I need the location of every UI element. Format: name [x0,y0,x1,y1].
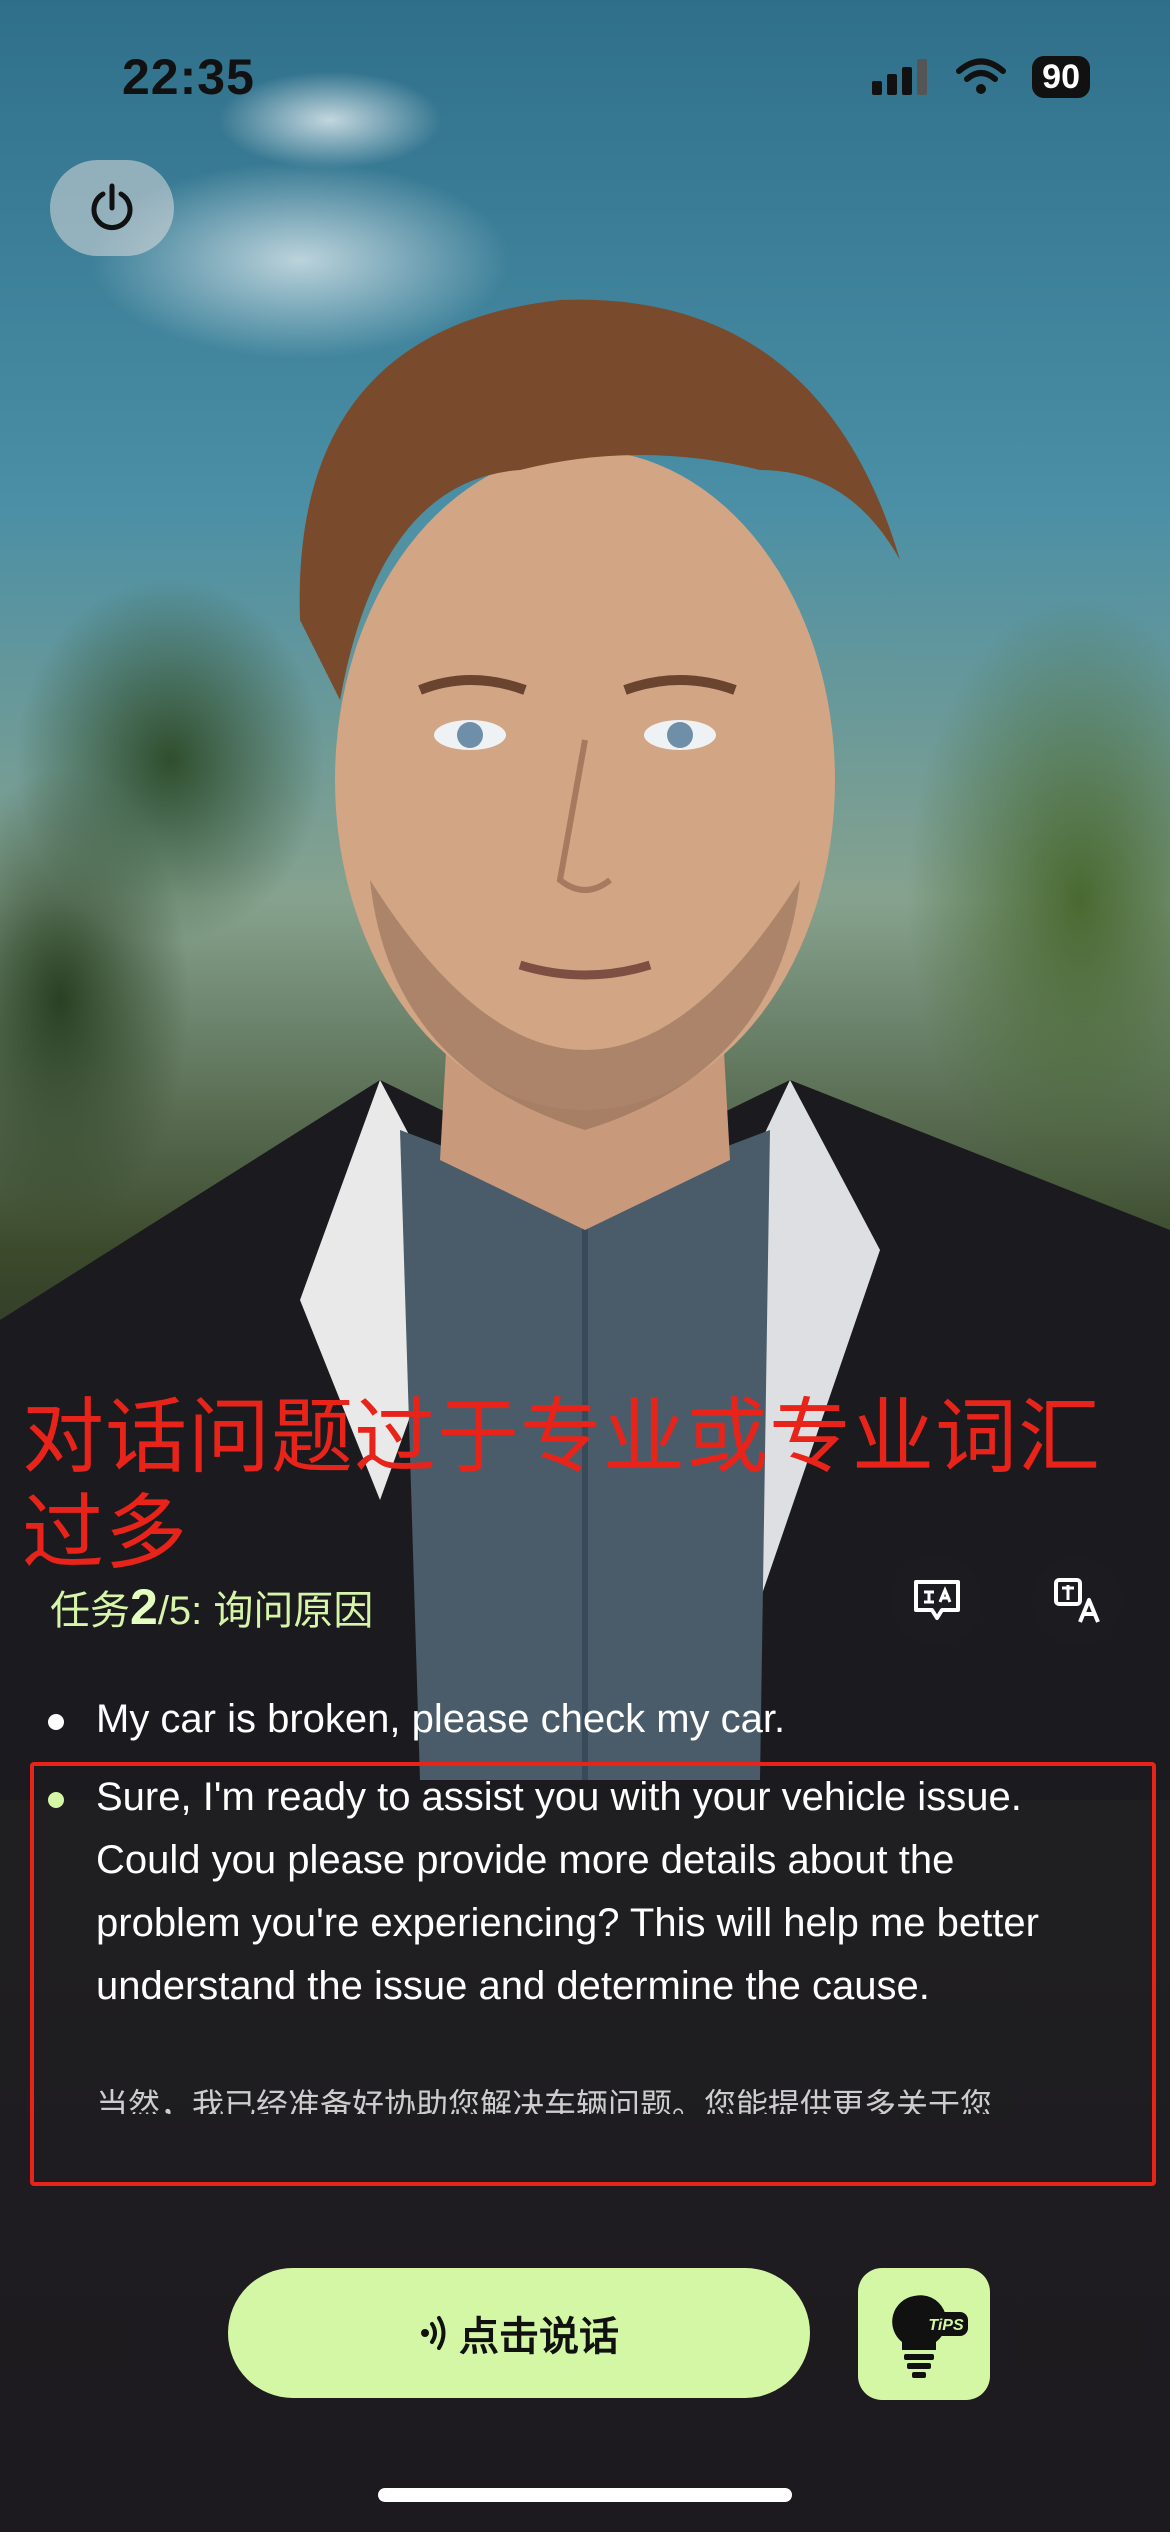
subtitle-button[interactable] [892,1556,982,1646]
battery-icon: 90 [1032,56,1090,98]
task-name: : 询问原因 [191,1589,374,1633]
lightbulb-tips-icon: TiPS [892,2295,968,2378]
tips-button[interactable]: TiPS [858,2268,990,2400]
speak-button-label: 点击说话 [459,2315,619,2359]
translate-icon [1054,1578,1100,1623]
task-total: /5 [157,1589,192,1633]
translate-button[interactable] [1032,1556,1122,1646]
task-prefix: 任务 [50,1589,130,1633]
status-time: 22:35 [122,49,255,105]
annotation-box [30,1762,1156,2186]
message-text: My car is broken, please check my car. [96,1697,786,1741]
annotation-text: 对话问题过于专业或专业词汇过多 [22,1390,1102,1581]
home-indicator[interactable] [378,2488,792,2502]
task-progress: 任务2/5: 询问原因 [50,1578,373,1636]
signal-icon [872,59,928,95]
bullet-dot [48,1714,64,1730]
status-bar: 22:35 90 [0,0,1170,150]
power-button[interactable] [50,160,174,256]
wifi-icon [956,58,1007,94]
tips-label: TiPS [928,2317,964,2334]
sound-wave-icon [421,2316,446,2350]
subtitle-icon [914,1580,960,1620]
task-current: 2 [130,1579,158,1635]
speak-button[interactable]: 点击说话 [228,2268,810,2398]
power-icon [91,183,133,231]
